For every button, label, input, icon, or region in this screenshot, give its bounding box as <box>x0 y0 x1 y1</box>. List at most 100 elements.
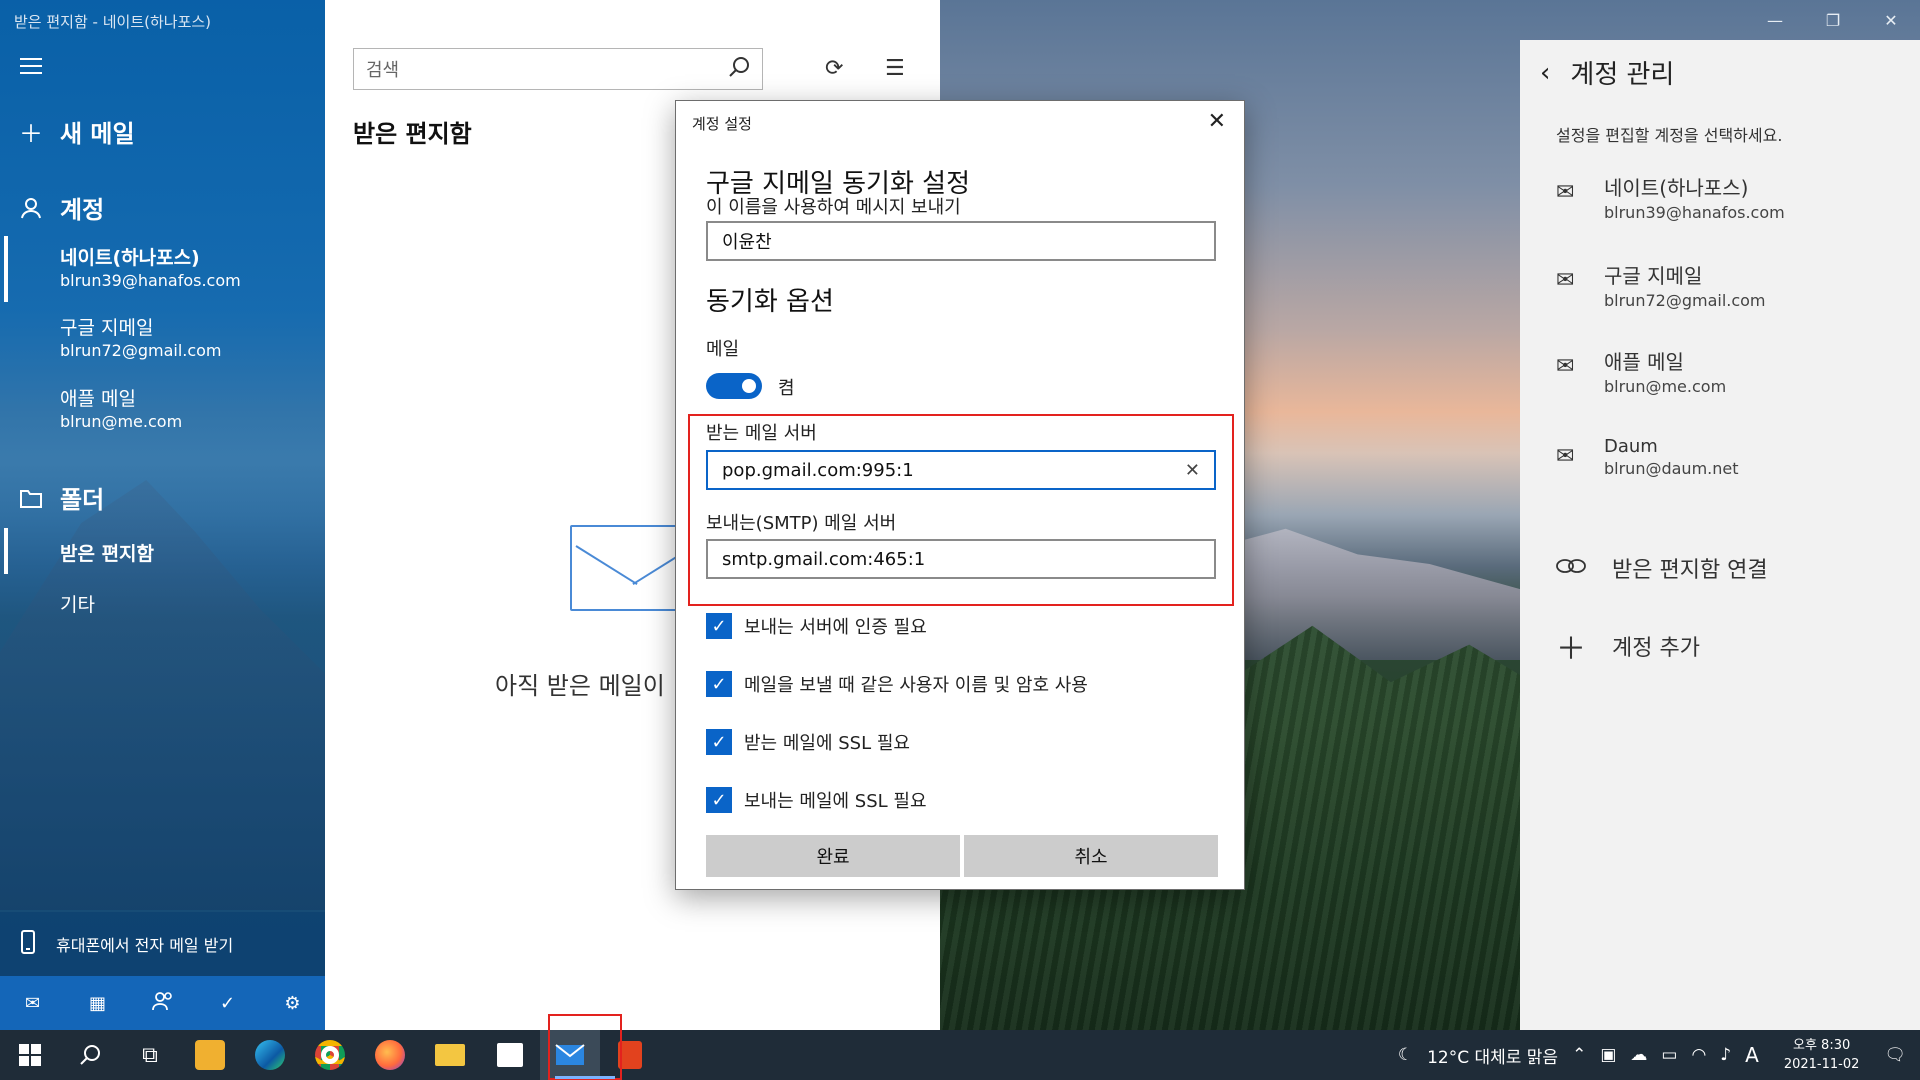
wifi-icon[interactable]: ◠ <box>1691 1045 1706 1065</box>
settings-gear-icon[interactable]: ⚙ <box>278 993 308 1014</box>
volume-icon[interactable]: ♪ <box>1720 1045 1731 1065</box>
link-icon <box>1556 556 1586 581</box>
envelope-icon: ✉ <box>1556 180 1575 205</box>
manage-accounts-subtitle: 설정을 편집할 계정을 선택하세요. <box>1556 126 1783 145</box>
store-icon[interactable] <box>480 1030 540 1080</box>
empty-inbox-text: 아직 받은 메일이 <box>495 672 665 700</box>
done-button[interactable]: 완료 <box>706 835 960 877</box>
account-email: blrun72@gmail.com <box>1604 291 1766 310</box>
windows-start-icon[interactable] <box>0 1030 60 1080</box>
folder-icon <box>18 485 44 511</box>
window-title: 받은 편지함 - 네이트(하나포스) <box>14 13 212 31</box>
check-same-credentials[interactable]: ✓ 메일을 보낼 때 같은 사용자 이름 및 암호 사용 <box>706 671 1088 697</box>
folders-header[interactable]: 폴더 <box>18 480 104 515</box>
mail-sync-toggle[interactable] <box>706 373 762 399</box>
outgoing-server-field[interactable]: smtp.gmail.com:465:1 <box>706 539 1216 579</box>
sidebar-account-apple[interactable]: 애플 메일 blrun@me.com <box>60 387 182 432</box>
envelope-icon: ✉ <box>1556 444 1575 469</box>
sidebar-account-nate[interactable]: 네이트(하나포스) blrun39@hanafos.com <box>60 246 241 291</box>
close-window-button[interactable]: ✕ <box>1862 0 1920 40</box>
search-icon[interactable] <box>60 1030 120 1080</box>
add-account-label: 계정 추가 <box>1612 636 1700 661</box>
taskbar-clock[interactable]: 오후 8:30 2021-11-02 <box>1784 1036 1860 1075</box>
search-input[interactable]: 검색 <box>366 56 399 82</box>
mail-sync-toggle-state: 켬 <box>778 378 795 399</box>
manage-account-apple[interactable]: ✉ 애플 메일 blrun@me.com <box>1556 346 1726 396</box>
task-view-icon[interactable]: ⧉ <box>120 1030 180 1080</box>
weather-text[interactable]: 12°C 대체로 맑음 <box>1427 1043 1558 1068</box>
check-label: 보내는 서버에 인증 필요 <box>744 617 927 638</box>
firefox-browser-icon[interactable] <box>360 1030 420 1080</box>
account-email: blrun39@hanafos.com <box>60 270 241 290</box>
mail-icon[interactable]: ✉ <box>18 993 48 1014</box>
incoming-server-field[interactable]: pop.gmail.com:995:1 ✕ <box>706 450 1216 490</box>
envelope-icon: ✉ <box>1556 354 1575 379</box>
checkbox-checked-icon[interactable]: ✓ <box>706 613 732 639</box>
search-box[interactable]: 검색 <box>353 48 763 90</box>
person-icon <box>18 195 44 221</box>
restore-button[interactable]: ❐ <box>1804 0 1862 40</box>
notification-center-icon[interactable]: 🗨 <box>1884 1045 1906 1065</box>
show-hidden-icons-chevron-icon[interactable]: ⌃ <box>1572 1045 1586 1065</box>
dialog-close-icon[interactable]: ✕ <box>1208 109 1226 134</box>
check-outgoing-ssl[interactable]: ✓ 보내는 메일에 SSL 필요 <box>706 787 927 813</box>
hamburger-menu-icon[interactable] <box>20 58 42 74</box>
sidebar-account-gmail[interactable]: 구글 지메일 blrun72@gmail.com <box>60 316 222 361</box>
cloud-icon[interactable]: ☁ <box>1630 1045 1647 1065</box>
manage-account-daum[interactable]: ✉ Daum blrun@daum.net <box>1556 436 1739 478</box>
account-email: blrun39@hanafos.com <box>1604 203 1785 222</box>
send-name-value: 이윤찬 <box>722 232 772 253</box>
minimize-button[interactable]: — <box>1746 0 1804 40</box>
link-inboxes-button[interactable]: 받은 편지함 연결 <box>1556 552 1768 584</box>
account-email: blrun@me.com <box>1604 377 1727 396</box>
checkbox-checked-icon[interactable]: ✓ <box>706 671 732 697</box>
edge-browser-icon[interactable] <box>240 1030 300 1080</box>
check-outgoing-auth[interactable]: ✓ 보내는 서버에 인증 필요 <box>706 613 927 639</box>
taskbar-mail-highlight <box>548 1014 622 1080</box>
manage-accounts-panel: ‹ 계정 관리 설정을 편집할 계정을 선택하세요. ✉ 네이트(하나포스) b… <box>1520 40 1920 1030</box>
account-name: 애플 메일 <box>60 388 136 410</box>
file-explorer-icon[interactable] <box>420 1030 480 1080</box>
plus-icon: ＋ <box>1556 632 1586 667</box>
clear-input-icon[interactable]: ✕ <box>1185 460 1200 481</box>
folder-other[interactable]: 기타 <box>60 590 95 617</box>
back-arrow-icon[interactable]: ‹ <box>1540 58 1550 88</box>
link-inboxes-label: 받은 편지함 연결 <box>1612 558 1768 583</box>
select-mode-icon[interactable]: ☰ <box>885 56 905 81</box>
folder-inbox[interactable]: 받은 편지함 <box>60 539 154 566</box>
todo-icon[interactable]: ✓ <box>213 993 243 1014</box>
bottom-nav: ✉ ▦ ✓ ⚙ <box>0 976 325 1030</box>
device-icon[interactable]: ▣ <box>1600 1045 1616 1065</box>
check-incoming-ssl[interactable]: ✓ 받는 메일에 SSL 필요 <box>706 729 910 755</box>
app-launcher-icon[interactable] <box>180 1030 240 1080</box>
battery-icon[interactable]: ▭ <box>1661 1045 1677 1065</box>
chrome-browser-icon[interactable] <box>300 1030 360 1080</box>
account-name: 네이트(하나포스) <box>1604 176 1749 200</box>
taskbar-time: 오후 8:30 <box>1793 1037 1851 1053</box>
plus-icon: ＋ <box>19 120 43 148</box>
check-label: 보내는 메일에 SSL 필요 <box>744 791 927 812</box>
phone-mail-prompt[interactable]: 휴대폰에서 전자 메일 받기 <box>0 912 325 976</box>
accounts-header-label: 계정 <box>60 196 105 224</box>
calendar-icon[interactable]: ▦ <box>83 993 113 1014</box>
account-name: Daum <box>1604 436 1658 457</box>
new-mail-label: 새 메일 <box>60 120 135 148</box>
checkbox-checked-icon[interactable]: ✓ <box>706 787 732 813</box>
checkbox-checked-icon[interactable]: ✓ <box>706 729 732 755</box>
incoming-server-label: 받는 메일 서버 <box>706 423 817 444</box>
system-tray: ☾ 12°C 대체로 맑음 ⌃ ▣ ☁ ▭ ◠ ♪ A 오후 8:30 2021… <box>1391 1030 1920 1080</box>
add-account-button[interactable]: ＋ 계정 추가 <box>1556 624 1700 668</box>
weather-moon-icon[interactable]: ☾ <box>1398 1045 1413 1065</box>
ime-indicator[interactable]: A <box>1745 1043 1759 1067</box>
manage-account-gmail[interactable]: ✉ 구글 지메일 blrun72@gmail.com <box>1556 260 1766 310</box>
cancel-button[interactable]: 취소 <box>964 835 1218 877</box>
people-icon[interactable] <box>148 991 178 1016</box>
new-mail-button[interactable]: ＋ 새 메일 <box>18 114 135 149</box>
sync-icon[interactable]: ⟳ <box>825 56 843 81</box>
manage-account-nate[interactable]: ✉ 네이트(하나포스) blrun39@hanafos.com <box>1556 172 1785 222</box>
account-settings-dialog: 계정 설정 ✕ 구글 지메일 동기화 설정 이 이름을 사용하여 메시지 보내기… <box>675 100 1245 890</box>
accounts-header[interactable]: 계정 <box>18 190 104 225</box>
send-name-field[interactable]: 이윤찬 <box>706 221 1216 261</box>
check-label: 메일을 보낼 때 같은 사용자 이름 및 암호 사용 <box>744 675 1088 696</box>
search-icon[interactable] <box>728 56 750 83</box>
